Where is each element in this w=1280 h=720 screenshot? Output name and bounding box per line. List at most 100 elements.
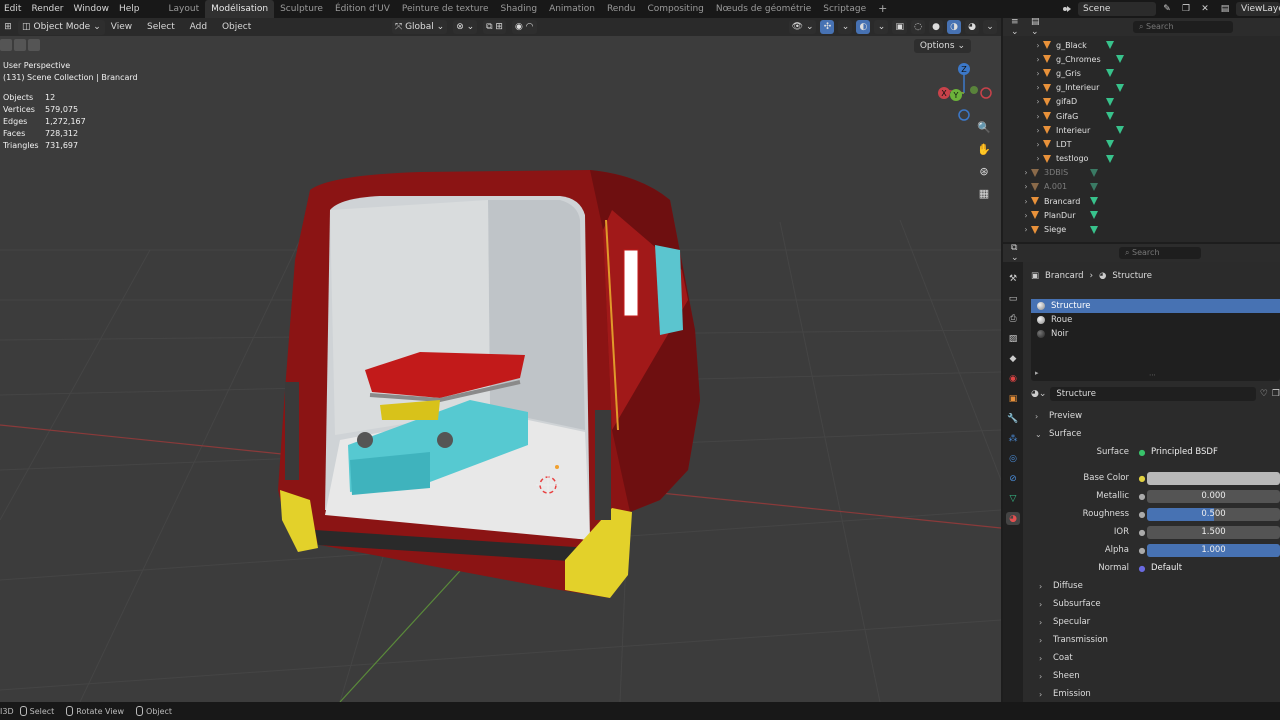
- editor-type-icon[interactable]: ⧉ ⌄: [1011, 243, 1027, 263]
- tab-modelisation[interactable]: Modélisation: [205, 0, 275, 18]
- gizmo-dropdown-icon[interactable]: ⌄: [838, 20, 853, 34]
- mode-dropdown[interactable]: ◫ Object Mode ⌄: [18, 19, 105, 35]
- chevron-right-icon[interactable]: ›: [1033, 154, 1043, 163]
- outliner-row[interactable]: › gifaD: [1003, 95, 1280, 109]
- rendered-shading-icon[interactable]: ◕: [965, 20, 979, 34]
- outliner-row[interactable]: › Siege: [1003, 222, 1280, 236]
- outliner-row[interactable]: › g_Black: [1003, 38, 1280, 52]
- wireframe-shading-icon[interactable]: ◌: [911, 20, 925, 34]
- subpanel-subsurface[interactable]: › Subsurface: [1025, 595, 1280, 613]
- mesh-data-icon[interactable]: [1090, 225, 1098, 234]
- menu-object[interactable]: Object: [216, 22, 257, 32]
- mesh-data-icon[interactable]: [1116, 126, 1124, 135]
- visibility-icon[interactable]: 👁 ⌄: [788, 20, 817, 34]
- base-color-swatch[interactable]: [1147, 471, 1280, 485]
- tab-texture-paint[interactable]: Peinture de texture: [396, 0, 495, 18]
- tab-sculpture[interactable]: Sculpture: [274, 0, 329, 18]
- display-mode-icon[interactable]: ▤ ⌄: [1031, 17, 1047, 37]
- subpanel-transmission[interactable]: › Transmission: [1025, 631, 1280, 649]
- modifier-tab-icon[interactable]: 🔧: [1006, 412, 1020, 425]
- material-tab-icon[interactable]: ◕: [1006, 512, 1020, 525]
- view-layer-tab-icon[interactable]: ▨: [1006, 332, 1020, 345]
- chevron-right-icon[interactable]: ›: [1033, 97, 1043, 106]
- mesh-data-icon[interactable]: [1106, 69, 1114, 78]
- mesh-data-icon[interactable]: [1106, 97, 1114, 106]
- mesh-data-icon[interactable]: [1090, 211, 1098, 220]
- menu-select[interactable]: Select: [141, 22, 181, 32]
- proportional-edit-icon[interactable]: ◉ ◠: [511, 20, 537, 34]
- mesh-data-icon[interactable]: [1106, 154, 1114, 163]
- material-name-field[interactable]: Structure: [1050, 387, 1256, 401]
- pivot-point-icon[interactable]: ⊗ ⌄: [453, 20, 478, 34]
- physics-tab-icon[interactable]: ◎: [1006, 452, 1020, 465]
- xray-toggle-icon[interactable]: ▣: [892, 20, 907, 34]
- view-layer-field[interactable]: ViewLayer: [1236, 2, 1280, 16]
- material-slot[interactable]: Noir: [1031, 327, 1280, 341]
- orientation-dropdown[interactable]: ⤧ Global ⌄: [392, 20, 448, 34]
- tab-geometry-nodes[interactable]: Nœuds de géométrie: [710, 0, 817, 18]
- pin-icon[interactable]: ✎: [1159, 2, 1175, 16]
- solid-shading-icon[interactable]: ●: [929, 20, 943, 34]
- chevron-right-icon[interactable]: ›: [1021, 225, 1031, 234]
- duplicate-material-icon[interactable]: ❐: [1272, 389, 1280, 399]
- properties-search-input[interactable]: ⌕ Search: [1119, 247, 1201, 259]
- outliner-row[interactable]: › g_Chromes: [1003, 52, 1280, 66]
- scene-tab-icon[interactable]: ◆: [1006, 352, 1020, 365]
- tool-tab-icon[interactable]: ⚒: [1006, 272, 1020, 285]
- browse-material-icon[interactable]: ◕⌄: [1031, 389, 1046, 399]
- delete-scene-icon[interactable]: ✕: [1197, 2, 1213, 16]
- object-tab-icon[interactable]: ▣: [1006, 392, 1020, 405]
- snap-icon[interactable]: ⧉ ⊞: [483, 20, 506, 34]
- subpanel-coat[interactable]: › Coat: [1025, 649, 1280, 667]
- tab-layout[interactable]: Layout: [163, 0, 206, 18]
- outliner-row[interactable]: › g_Gris: [1003, 66, 1280, 80]
- outliner-row[interactable]: › A.001: [1003, 180, 1280, 194]
- properties-editor[interactable]: ⧉ ⌄ ⌕ Search ⚒ ▭ ⎙ ▨ ◆ ◉ ▣ 🔧 ⁂ ◎ ⊘ ▽ ◕ ▣…: [1003, 243, 1280, 703]
- tab-compositing[interactable]: Compositing: [641, 0, 709, 18]
- outliner-search-input[interactable]: ⌕ Search: [1133, 21, 1233, 33]
- menu-add[interactable]: Add: [184, 22, 213, 32]
- subpanel-emission[interactable]: › Emission: [1025, 685, 1280, 703]
- preview-panel-header[interactable]: › Preview: [1025, 407, 1280, 425]
- roughness-slider[interactable]: 0.500: [1147, 507, 1280, 521]
- outliner-row[interactable]: › g_Interieur: [1003, 81, 1280, 95]
- normal-field[interactable]: Default: [1147, 562, 1280, 575]
- select-extend-icon[interactable]: [14, 39, 26, 51]
- fake-user-icon[interactable]: ♡: [1260, 389, 1268, 399]
- 3d-viewport[interactable]: ⊞ ◫ Object Mode ⌄ View Select Add Object…: [0, 18, 1001, 702]
- render-tab-icon[interactable]: ▭: [1006, 292, 1020, 305]
- outliner-row[interactable]: › testlogo: [1003, 152, 1280, 166]
- mesh-data-icon[interactable]: [1106, 140, 1114, 149]
- material-slot[interactable]: Structure: [1031, 299, 1280, 313]
- scene-name-field[interactable]: Scene: [1078, 2, 1156, 16]
- subpanel-specular[interactable]: › Specular: [1025, 613, 1280, 631]
- constraints-tab-icon[interactable]: ⊘: [1006, 472, 1020, 485]
- editor-type-icon[interactable]: ≡ ⌄: [1011, 17, 1027, 37]
- overlays-dropdown-icon[interactable]: ⌄: [874, 20, 889, 34]
- outliner-row[interactable]: › 3DBIS: [1003, 166, 1280, 180]
- view-layer-icon[interactable]: ▤: [1217, 2, 1233, 16]
- expand-arrow-icon[interactable]: ▸: [1035, 369, 1039, 377]
- camera-view-icon[interactable]: ⊛: [973, 163, 995, 179]
- tab-scripting[interactable]: Scriptage: [817, 0, 872, 18]
- chevron-right-icon[interactable]: ›: [1021, 168, 1031, 177]
- ortho-grid-icon[interactable]: ▦: [973, 185, 995, 201]
- tab-shading[interactable]: Shading: [495, 0, 544, 18]
- menu-render[interactable]: Render: [26, 0, 68, 18]
- ior-field[interactable]: 1.500: [1147, 525, 1280, 539]
- pan-hand-icon[interactable]: ✋: [973, 141, 995, 157]
- breadcrumb-object[interactable]: Brancard: [1045, 271, 1084, 281]
- chevron-right-icon[interactable]: ›: [1021, 182, 1031, 191]
- menu-help[interactable]: Help: [114, 0, 145, 18]
- outliner-row[interactable]: › LDT: [1003, 137, 1280, 151]
- chevron-right-icon[interactable]: ›: [1033, 41, 1043, 50]
- chevron-right-icon[interactable]: ›: [1033, 140, 1043, 149]
- data-tab-icon[interactable]: ▽: [1006, 492, 1020, 505]
- tab-animation[interactable]: Animation: [543, 0, 601, 18]
- menu-window[interactable]: Window: [68, 0, 114, 18]
- breadcrumb-material[interactable]: Structure: [1112, 271, 1152, 281]
- outliner[interactable]: ≡ ⌄ ▤ ⌄ ⌕ Search › g_Black › g_Chromes › g_Gr…: [1003, 17, 1280, 242]
- mesh-data-icon[interactable]: [1090, 182, 1098, 191]
- chevron-right-icon[interactable]: ›: [1021, 211, 1031, 220]
- tab-rendering[interactable]: Rendu: [601, 0, 642, 18]
